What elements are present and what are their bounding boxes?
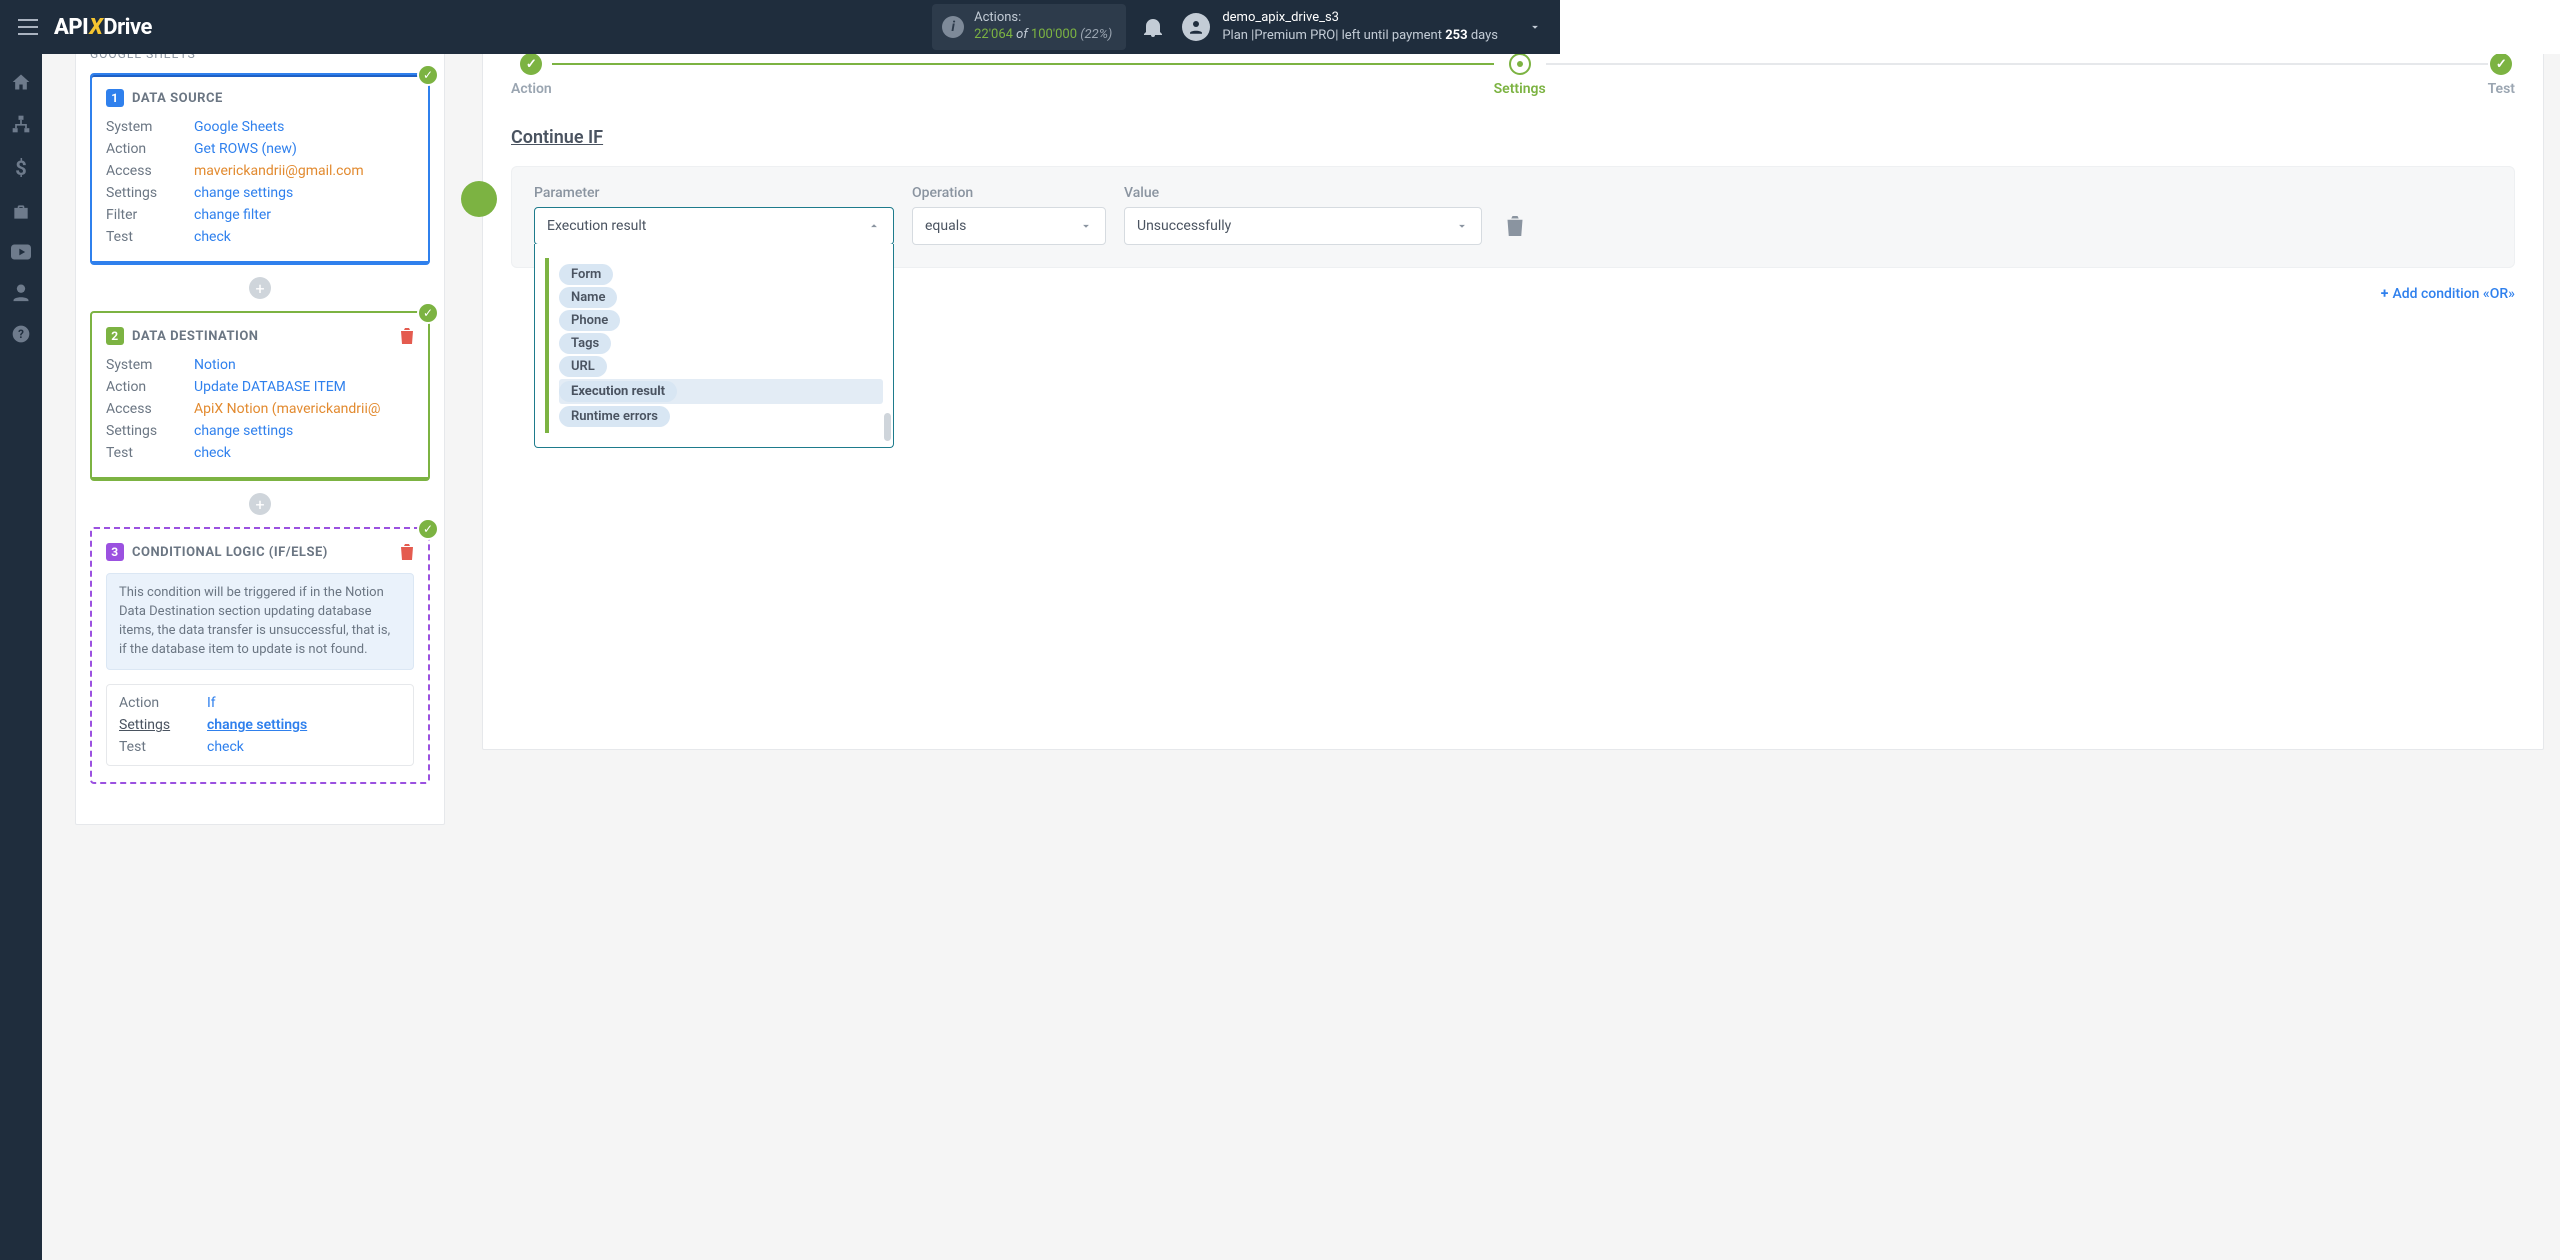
actions-label: Actions: bbox=[974, 10, 1112, 27]
label-operation: Operation bbox=[912, 185, 1106, 201]
trash-icon[interactable] bbox=[400, 328, 414, 344]
avatar-icon bbox=[1182, 13, 1210, 41]
parameter-select[interactable]: Execution result FormNamePhoneTagsURLExe… bbox=[534, 207, 894, 245]
check-icon: ✓ bbox=[417, 302, 439, 324]
row-key: System bbox=[106, 357, 184, 373]
check-icon: ✓ bbox=[417, 64, 439, 86]
topbar: APIXDrive i Actions: 22'064 of 100'000 (… bbox=[0, 0, 1560, 54]
row-value[interactable]: Google Sheets bbox=[194, 119, 414, 135]
user-menu[interactable]: demo_apix_drive_s3 Plan |Premium PRO| le… bbox=[1182, 9, 1542, 44]
row-value[interactable]: ApiX Notion (maverickandrii@ bbox=[194, 401, 414, 417]
chevron-up-icon bbox=[867, 219, 881, 233]
scrollbar[interactable] bbox=[884, 413, 891, 441]
trash-icon[interactable] bbox=[1506, 216, 1524, 236]
logo[interactable]: APIXDrive bbox=[54, 15, 152, 40]
row-key: System bbox=[106, 119, 184, 135]
chevron-down-icon bbox=[1528, 20, 1542, 34]
main: GOOGLE SHEETS ✓ 1DATA SOURCE SystemGoogl… bbox=[42, 54, 2560, 1260]
row-value[interactable]: change filter bbox=[194, 207, 414, 223]
row-value[interactable]: change settings bbox=[194, 423, 414, 439]
dropdown-option[interactable]: Runtime errors bbox=[559, 406, 883, 427]
row-key: Access bbox=[106, 401, 184, 417]
dropdown-option[interactable]: Form bbox=[559, 264, 883, 285]
row-key: Filter bbox=[106, 207, 184, 223]
check-icon: ✓ bbox=[520, 54, 542, 75]
label-value: Value bbox=[1124, 185, 1482, 201]
dropdown-option[interactable]: Execution result bbox=[559, 379, 883, 404]
user-icon[interactable] bbox=[11, 282, 31, 302]
parameter-dropdown: FormNamePhoneTagsURLExecution resultRunt… bbox=[534, 244, 894, 448]
card-data-source[interactable]: ✓ 1DATA SOURCE SystemGoogle SheetsAction… bbox=[90, 73, 430, 265]
dropdown-option[interactable]: URL bbox=[559, 356, 883, 377]
row-key: Test bbox=[119, 739, 197, 755]
step-marker-icon bbox=[461, 181, 497, 217]
dropdown-option[interactable]: Name bbox=[559, 287, 883, 308]
youtube-icon[interactable] bbox=[11, 244, 31, 260]
row-value[interactable]: maverickandrii@gmail.com bbox=[194, 163, 414, 179]
check-icon: ✓ bbox=[2490, 54, 2512, 75]
chevron-down-icon bbox=[1455, 219, 1469, 233]
row-value[interactable]: Get ROWS (new) bbox=[194, 141, 414, 157]
flow-header: GOOGLE SHEETS bbox=[90, 54, 430, 61]
logo-api: API bbox=[54, 15, 88, 40]
bell-icon[interactable] bbox=[1144, 17, 1162, 37]
user-name: demo_apix_drive_s3 bbox=[1222, 9, 1498, 27]
actions-counter[interactable]: i Actions: 22'064 of 100'000 (22%) bbox=[932, 4, 1126, 50]
card-conditional-logic[interactable]: ✓ 3CONDITIONAL LOGIC (IF/ELSE) This cond… bbox=[90, 527, 430, 784]
add-step-button[interactable]: + bbox=[249, 277, 271, 299]
condition-description: This condition will be triggered if in t… bbox=[106, 573, 414, 670]
hamburger-icon[interactable] bbox=[18, 19, 38, 35]
settings-workspace: ✓ Action Settings ✓ Test Continue IF Par… bbox=[482, 54, 2544, 750]
row-key: Test bbox=[106, 445, 184, 461]
row-value[interactable]: Notion bbox=[194, 357, 414, 373]
info-icon: i bbox=[942, 16, 964, 38]
ring-icon bbox=[1509, 54, 1531, 75]
row-key: Settings bbox=[119, 717, 197, 733]
row-key: Action bbox=[106, 141, 184, 157]
value-select[interactable]: Unsuccessfully bbox=[1124, 207, 1482, 245]
row-value[interactable]: check bbox=[194, 229, 414, 245]
row-value[interactable]: change settings bbox=[194, 185, 414, 201]
card-data-destination[interactable]: ✓ 2DATA DESTINATION SystemNotionActionUp… bbox=[90, 311, 430, 481]
dollar-icon[interactable]: $ bbox=[15, 156, 26, 180]
sitemap-icon[interactable] bbox=[11, 114, 31, 134]
row-value[interactable]: check bbox=[207, 739, 401, 755]
step-action[interactable]: ✓ Action bbox=[511, 54, 552, 97]
section-heading: Continue IF bbox=[511, 127, 2515, 148]
step-indicator: ✓ Action Settings ✓ Test bbox=[511, 54, 2515, 97]
row-key: Access bbox=[106, 163, 184, 179]
dropdown-option[interactable]: Phone bbox=[559, 310, 883, 331]
row-value[interactable]: change settings bbox=[207, 717, 401, 733]
row-key: Settings bbox=[106, 185, 184, 201]
condition-box: Parameter Execution result FormNamePhone… bbox=[511, 166, 2515, 268]
row-key: Settings bbox=[106, 423, 184, 439]
operation-select[interactable]: equals bbox=[912, 207, 1106, 245]
row-key: Action bbox=[119, 695, 197, 711]
briefcase-icon[interactable] bbox=[11, 202, 31, 222]
flow-panel: GOOGLE SHEETS ✓ 1DATA SOURCE SystemGoogl… bbox=[75, 54, 445, 825]
home-icon[interactable] bbox=[11, 72, 31, 92]
logo-drive: Drive bbox=[103, 15, 152, 40]
row-value[interactable]: If bbox=[207, 695, 401, 711]
label-parameter: Parameter bbox=[534, 185, 894, 201]
help-icon[interactable]: ? bbox=[11, 324, 31, 344]
row-value[interactable]: Update DATABASE ITEM bbox=[194, 379, 414, 395]
row-value[interactable]: check bbox=[194, 445, 414, 461]
chevron-down-icon bbox=[1079, 219, 1093, 233]
check-icon: ✓ bbox=[417, 518, 439, 540]
dropdown-option[interactable]: Tags bbox=[559, 333, 883, 354]
row-key: Test bbox=[106, 229, 184, 245]
row-key: Action bbox=[106, 379, 184, 395]
step-settings[interactable]: Settings bbox=[1494, 54, 1546, 97]
svg-text:?: ? bbox=[18, 327, 24, 341]
trash-icon[interactable] bbox=[400, 544, 414, 560]
logo-x: X bbox=[89, 15, 102, 40]
side-rail: $ ? bbox=[0, 54, 42, 1260]
step-test[interactable]: ✓ Test bbox=[2488, 54, 2515, 97]
add-step-button[interactable]: + bbox=[249, 493, 271, 515]
